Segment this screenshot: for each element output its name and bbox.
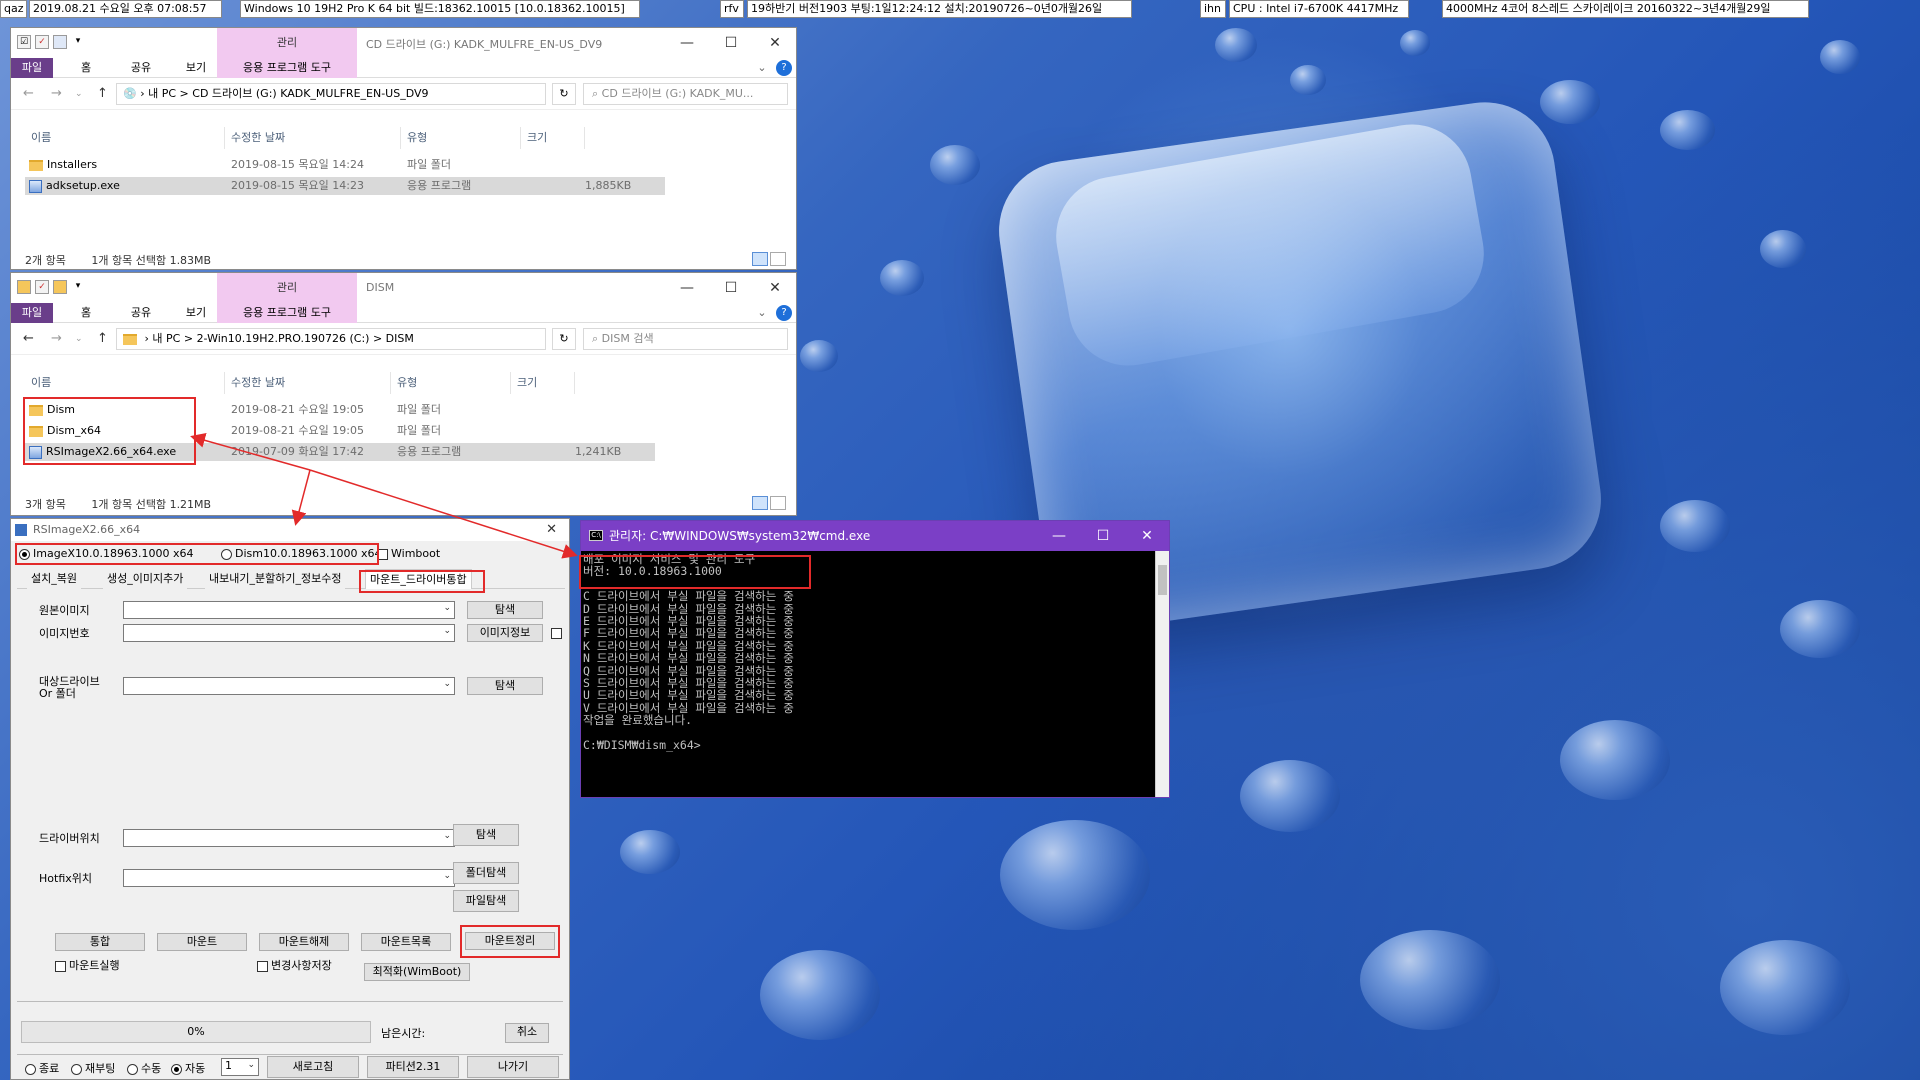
arrow-to-rsimagex bbox=[291, 469, 311, 526]
annotation-arrows bbox=[190, 433, 578, 559]
arrow-to-dism-folders bbox=[190, 433, 311, 471]
arrow-to-cmd bbox=[309, 469, 578, 559]
